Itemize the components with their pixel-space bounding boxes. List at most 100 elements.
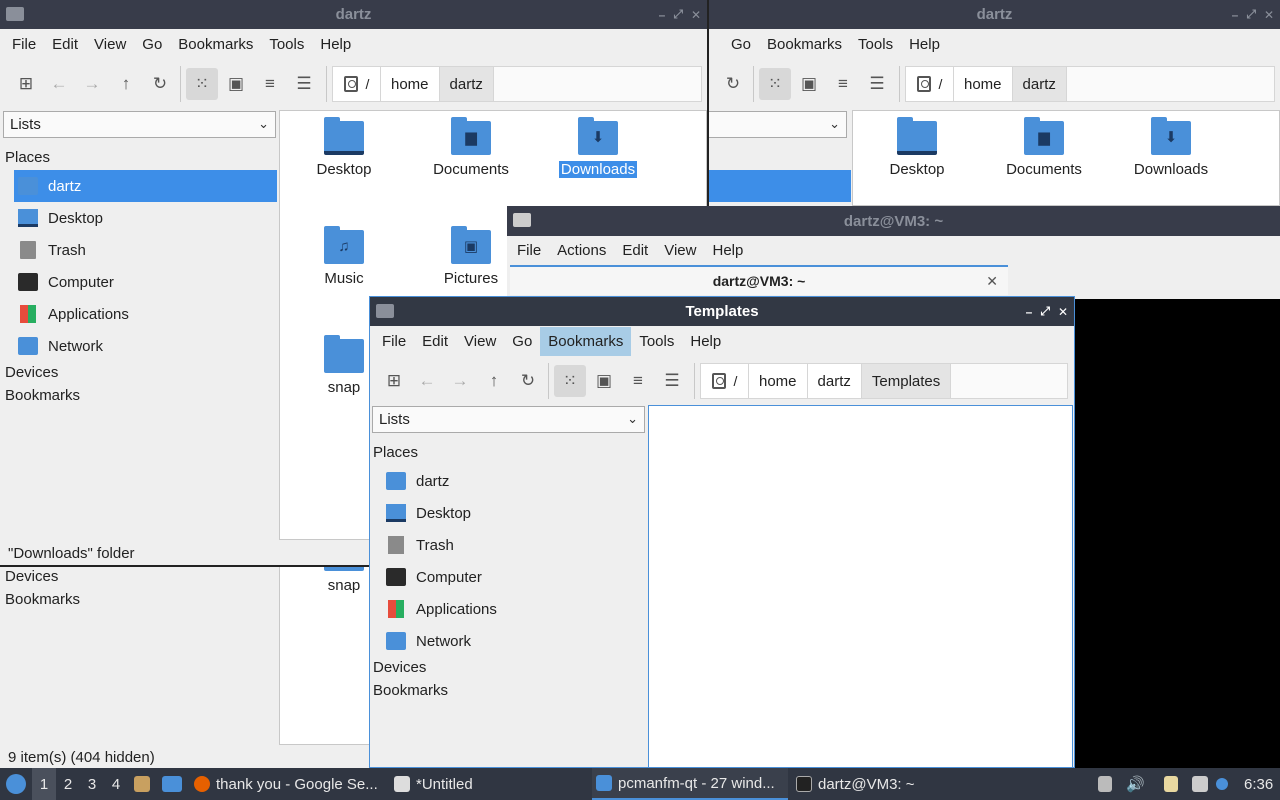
side-pane-mode-select[interactable]: ⌄	[709, 111, 847, 138]
workspace-3[interactable]: 3	[80, 768, 104, 800]
sidebar-item-network[interactable]: Network	[384, 625, 646, 657]
detailed-view-icon[interactable]: ☰	[861, 68, 893, 100]
compact-view-icon[interactable]: ≡	[254, 68, 286, 100]
compact-view-icon[interactable]: ≡	[622, 365, 654, 397]
file-item-downloads[interactable]: ⬇ Downloads	[1116, 117, 1226, 178]
show-desktop-button[interactable]	[162, 768, 188, 800]
quicklaunch-file-manager[interactable]	[134, 768, 156, 800]
sidebar-item-trash[interactable]: Trash	[14, 234, 277, 266]
file-item-desktop[interactable]: Desktop	[862, 117, 972, 178]
terminal-tab[interactable]: dartz@VM3: ~ ✕	[510, 265, 1008, 295]
path-crumb-dartz[interactable]: dartz	[1012, 67, 1067, 101]
menu-file[interactable]: File	[374, 327, 414, 356]
path-crumb-home[interactable]: home	[954, 67, 1013, 101]
close-tab-icon[interactable]: ✕	[986, 273, 998, 290]
sidebar-item-dartz[interactable]: dartz	[384, 465, 646, 497]
maximize-icon[interactable]: ⤢	[1246, 7, 1256, 22]
workspace-2[interactable]: 2	[56, 768, 80, 800]
sidebar-item-applications[interactable]: Applications	[384, 593, 646, 625]
close-icon[interactable]: ✕	[1264, 8, 1274, 22]
menu-help[interactable]: Help	[901, 30, 948, 59]
forward-icon[interactable]: →	[444, 365, 476, 397]
file-item-documents[interactable]: ▆ Documents	[989, 117, 1099, 178]
maximize-icon[interactable]: ⤢	[1040, 304, 1050, 319]
menu-file[interactable]: File	[4, 30, 44, 59]
task-firefox[interactable]: thank you - Google Se...	[194, 768, 386, 800]
sidebar-item-computer[interactable]: Computer	[14, 266, 277, 298]
sidebar-item-selected[interactable]	[709, 170, 851, 202]
menu-bookmarks[interactable]: Bookmarks	[540, 327, 632, 356]
path-root-button[interactable]: /	[333, 67, 381, 101]
file-item-downloads[interactable]: ⬇ Downloads	[543, 117, 653, 178]
clock[interactable]: 6:36	[1244, 768, 1273, 800]
file-item-desktop[interactable]: Desktop	[289, 117, 399, 178]
menu-edit[interactable]: Edit	[414, 327, 456, 356]
network-tray-icon[interactable]	[1192, 768, 1214, 800]
sidebar-item-computer[interactable]: Computer	[384, 561, 646, 593]
up-icon[interactable]: ↑	[110, 68, 142, 100]
tray-removable-media-icon[interactable]	[1098, 768, 1118, 800]
file-view[interactable]	[648, 405, 1073, 767]
task-text-editor[interactable]: *Untitled	[394, 768, 584, 800]
minimize-icon[interactable]: –	[1026, 305, 1033, 319]
path-crumb-dartz[interactable]: dartz	[807, 364, 862, 398]
bookmarks-header[interactable]: Bookmarks	[5, 591, 80, 608]
bookmarks-header[interactable]: Bookmarks	[5, 387, 80, 404]
menu-bookmarks[interactable]: Bookmarks	[170, 30, 261, 59]
detailed-view-icon[interactable]: ☰	[656, 365, 688, 397]
menu-view[interactable]: View	[456, 327, 504, 356]
window-titlebar[interactable]: dartz – ⤢ ✕	[709, 0, 1280, 29]
volume-icon[interactable]: 🔊	[1126, 768, 1145, 800]
maximize-icon[interactable]: ⤢	[673, 7, 683, 22]
devices-header[interactable]: Devices	[373, 659, 426, 676]
file-view[interactable]: Desktop ▆ Documents ⬇ Downloads	[852, 110, 1280, 206]
task-terminal[interactable]: dartz@VM3: ~	[796, 768, 996, 800]
window-titlebar[interactable]: dartz@VM3: ~	[507, 206, 1280, 236]
file-item-music[interactable]: ♫ Music	[289, 226, 399, 287]
menu-tools[interactable]: Tools	[261, 30, 312, 59]
menu-bookmarks[interactable]: Bookmarks	[759, 30, 850, 59]
menu-actions[interactable]: Actions	[549, 236, 614, 265]
sidebar-item-dartz[interactable]: dartz	[14, 170, 277, 202]
menu-edit[interactable]: Edit	[614, 236, 656, 265]
minimize-icon[interactable]: –	[1232, 8, 1239, 22]
close-icon[interactable]: ✕	[691, 8, 701, 22]
close-icon[interactable]: ✕	[1058, 305, 1068, 319]
compact-view-icon[interactable]: ≡	[827, 68, 859, 100]
menu-help[interactable]: Help	[704, 236, 751, 265]
thumbnail-view-icon[interactable]: ▣	[588, 365, 620, 397]
menu-view[interactable]: View	[656, 236, 704, 265]
task-pcmanfm[interactable]: pcmanfm-qt - 27 wind...	[592, 768, 788, 800]
thumbnail-view-icon[interactable]: ▣	[220, 68, 252, 100]
path-crumb-home[interactable]: home	[381, 67, 440, 101]
menu-go[interactable]: Go	[504, 327, 540, 356]
up-icon[interactable]: ↑	[478, 365, 510, 397]
file-view[interactable]: snap	[279, 567, 370, 745]
menu-go[interactable]: Go	[134, 30, 170, 59]
sidebar-item-network[interactable]: Network	[14, 330, 277, 362]
sidebar-item-desktop[interactable]: Desktop	[384, 497, 646, 529]
new-tab-icon[interactable]: ⊞	[10, 68, 42, 100]
workspace-1[interactable]: 1	[32, 768, 56, 800]
clipboard-icon[interactable]	[1164, 768, 1184, 800]
icon-view-icon[interactable]: ⁙	[554, 365, 586, 397]
menu-edit[interactable]: Edit	[44, 30, 86, 59]
devices-header[interactable]: Devices	[5, 568, 58, 585]
reload-icon[interactable]: ↻	[144, 68, 176, 100]
menu-tools[interactable]: Tools	[850, 30, 901, 59]
side-pane-mode-select[interactable]: Lists ⌄	[372, 406, 645, 433]
menu-view[interactable]: View	[86, 30, 134, 59]
detailed-view-icon[interactable]: ☰	[288, 68, 320, 100]
path-crumb-dartz[interactable]: dartz	[439, 67, 494, 101]
sidebar-item-applications[interactable]: Applications	[14, 298, 277, 330]
forward-icon[interactable]: →	[76, 68, 108, 100]
thumbnail-view-icon[interactable]: ▣	[793, 68, 825, 100]
back-icon[interactable]: ←	[43, 68, 75, 100]
file-item-documents[interactable]: ▆ Documents	[416, 117, 526, 178]
update-notifier-icon[interactable]	[1216, 768, 1234, 800]
new-tab-icon[interactable]: ⊞	[378, 365, 410, 397]
icon-view-icon[interactable]: ⁙	[186, 68, 218, 100]
sidebar-item-desktop[interactable]: Desktop	[14, 202, 277, 234]
devices-header[interactable]: Devices	[5, 364, 58, 381]
menu-go[interactable]: Go	[723, 30, 759, 59]
